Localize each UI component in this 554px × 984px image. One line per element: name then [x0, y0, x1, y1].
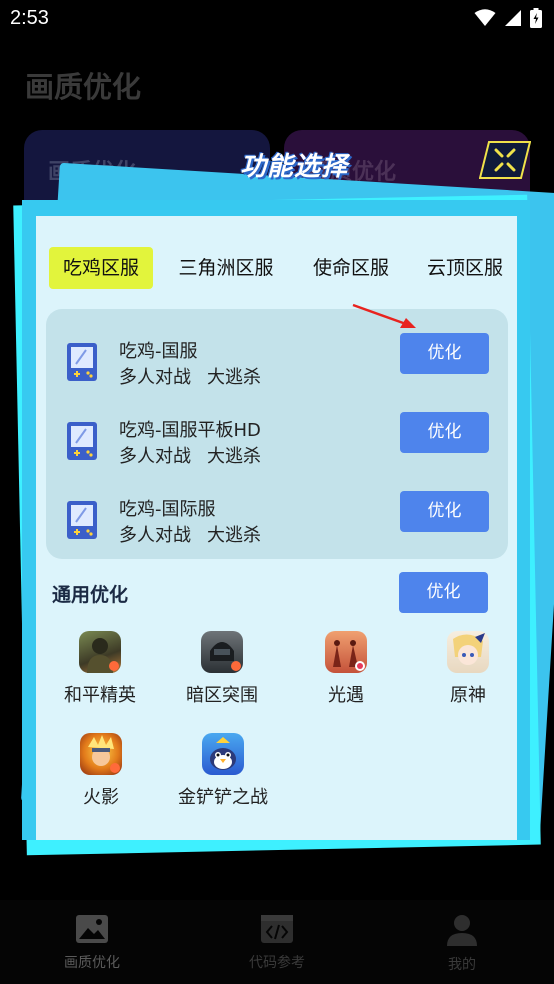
- status-time: 2:53: [10, 7, 49, 29]
- list-item: 吃鸡-国服平板HD 多人对战 大逃杀 优化: [46, 408, 508, 487]
- optimize-button[interactable]: 优化: [400, 333, 489, 374]
- tab-tft-server[interactable]: 云顶区服: [416, 247, 514, 289]
- phone-game-icon: [67, 501, 97, 539]
- red-arrow-icon: [352, 303, 416, 328]
- phone-game-icon: [67, 343, 97, 381]
- server-tag: 大逃杀: [207, 446, 261, 467]
- general-optimize-label: 通用优化: [52, 584, 129, 606]
- game-item[interactable]: 光遇: [291, 631, 401, 707]
- tab-chicken-server[interactable]: 吃鸡区服: [49, 247, 153, 289]
- server-tag: 大逃杀: [207, 525, 261, 546]
- list-item: 吃鸡-国服 多人对战 大逃杀 优化: [46, 329, 508, 408]
- phone-game-icon: [67, 422, 97, 460]
- status-icons: [474, 8, 542, 28]
- game-label: 暗区突围: [186, 685, 258, 706]
- person-icon: [447, 915, 477, 946]
- server-tags: 多人对战 大逃杀: [119, 521, 261, 547]
- server-tags: 多人对战 大逃杀: [119, 363, 261, 389]
- game-label: 光遇: [328, 685, 364, 706]
- peace-elite-icon: [79, 631, 121, 673]
- page-title: 画质优化: [25, 70, 142, 104]
- server-tag: 多人对战: [119, 446, 191, 467]
- close-icon[interactable]: [479, 141, 531, 179]
- battery-icon: [530, 8, 542, 28]
- nav-label-code: 代码参考: [249, 955, 305, 971]
- wifi-icon: [474, 9, 496, 26]
- server-list: 吃鸡-国服 多人对战 大逃杀 优化 吃鸡-国服平板HD 多人对战 大逃杀 优化 吃鸡…: [46, 309, 508, 559]
- naruto-icon: [80, 733, 122, 775]
- server-name: 吃鸡-国际服: [119, 499, 216, 520]
- code-icon: [261, 915, 293, 943]
- golden-spatula-icon: [202, 733, 244, 775]
- genshin-icon: [447, 631, 489, 673]
- server-name: 吃鸡-国服平板HD: [119, 420, 261, 441]
- signal-icon: [505, 10, 521, 26]
- status-bar: 2:53: [0, 0, 554, 38]
- bottom-nav: 画质优化 代码参考 我的: [0, 900, 554, 984]
- server-tags: 多人对战 大逃杀: [119, 442, 261, 468]
- general-optimize-button[interactable]: 优化: [399, 572, 488, 613]
- game-item[interactable]: 暗区突围: [167, 631, 277, 707]
- tab-delta-server[interactable]: 三角洲区服: [167, 247, 285, 289]
- list-item: 吃鸡-国际服 多人对战 大逃杀 优化: [46, 487, 508, 566]
- game-item[interactable]: 火影: [46, 733, 156, 809]
- game-label: 火影: [83, 787, 119, 808]
- game-label: 和平精英: [64, 685, 136, 706]
- server-tag: 大逃杀: [207, 367, 261, 388]
- game-item[interactable]: 和平精英: [45, 631, 155, 707]
- nav-label-me: 我的: [448, 957, 476, 973]
- optimize-button[interactable]: 优化: [400, 412, 489, 453]
- nav-item-code[interactable]: 代码参考: [217, 914, 337, 972]
- game-label: 原神: [450, 685, 486, 706]
- server-tag: 多人对战: [119, 367, 191, 388]
- optimize-button[interactable]: 优化: [400, 491, 489, 532]
- nav-label-quality: 画质优化: [64, 955, 120, 971]
- game-item[interactable]: 金铲铲之战: [168, 733, 278, 809]
- server-tag: 多人对战: [119, 525, 191, 546]
- dialog-title: 功能选择: [240, 152, 349, 182]
- server-name: 吃鸡-国服: [119, 341, 198, 362]
- image-icon: [76, 915, 108, 943]
- sky-icon: [325, 631, 367, 673]
- game-label: 金铲铲之战: [178, 787, 268, 808]
- tab-duty-server[interactable]: 使命区服: [302, 247, 400, 289]
- nav-item-me[interactable]: 我的: [402, 914, 522, 974]
- game-item[interactable]: 原神: [413, 631, 523, 707]
- nav-item-quality[interactable]: 画质优化: [32, 914, 152, 972]
- arena-breakout-icon: [201, 631, 243, 673]
